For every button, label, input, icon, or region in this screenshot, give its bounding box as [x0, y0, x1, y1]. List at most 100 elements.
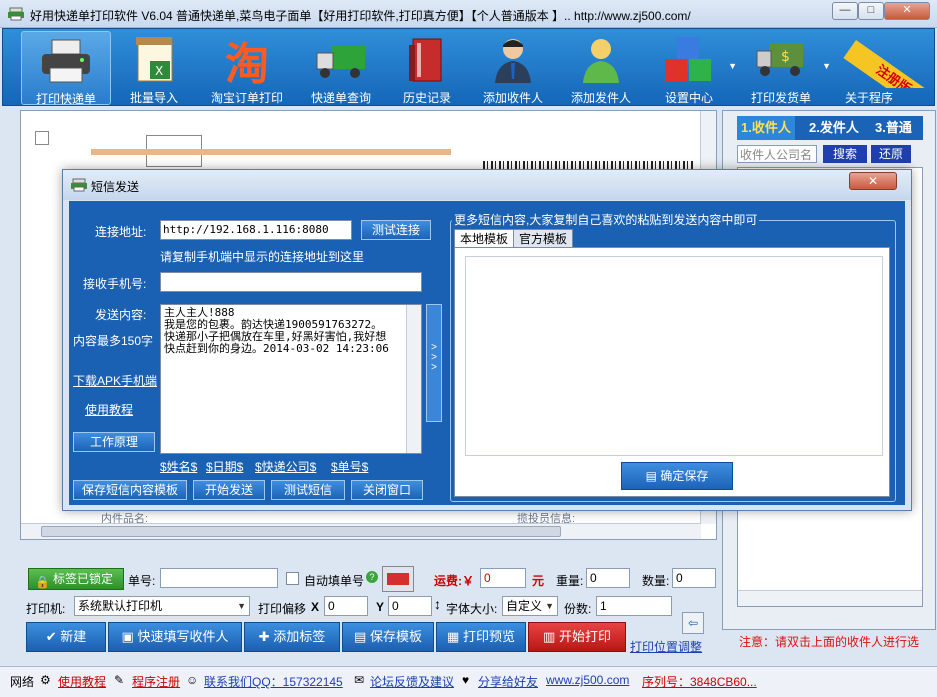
template-textarea[interactable] [465, 256, 883, 456]
var-date-link[interactable]: $日期$ [206, 458, 243, 475]
tutorial-link[interactable]: 使用教程 [85, 401, 133, 418]
content-limit-label: 内容最多150字 [73, 334, 154, 348]
new-label: 新建 [60, 629, 87, 644]
qty-input[interactable]: 0 [672, 568, 716, 588]
order-number-input[interactable] [160, 568, 278, 588]
maximize-button[interactable]: □ [858, 2, 884, 20]
excel-import-icon: X [136, 37, 173, 82]
toolbar-history[interactable]: 历史记录 [391, 31, 463, 105]
lock-label: 标签已锁定 [53, 572, 114, 586]
font-size-select[interactable]: 自定义 [502, 596, 558, 616]
sms-printer-icon [71, 178, 87, 192]
font-size-label: 字体大小: [446, 602, 498, 616]
start-send-button[interactable]: 开始发送 [193, 480, 265, 500]
vertical-resize-icon: ↕ [434, 596, 441, 612]
bottom-controls: 🔒 标签已锁定 单号: 自动填单号 ? 运费:￥ 0 元 重量: 0 数量: 0… [22, 560, 932, 660]
connect-address-label: 连接地址: [95, 225, 147, 239]
var-name-link[interactable]: $姓名$ [160, 458, 197, 475]
share-icon: ♥ [462, 673, 470, 687]
toolbar-taobao-print[interactable]: 淘 淘宝订单打印 [203, 31, 291, 105]
arrow-insert-button[interactable]: > > > [426, 304, 442, 422]
toolbar-label: 历史记录 [402, 91, 451, 105]
print-position-link[interactable]: 打印位置调整 [630, 638, 702, 655]
how-it-works-button[interactable]: 工作原理 [73, 432, 155, 452]
reset-button[interactable]: 还原 [871, 145, 911, 163]
tab-official-templates[interactable]: 官方模板 [513, 229, 574, 248]
offset-x-input[interactable]: 0 [324, 596, 368, 616]
phone-input[interactable] [160, 272, 422, 292]
minimize-button[interactable]: — [832, 2, 858, 20]
quick-fill-recipient-button[interactable]: ▣ 快速填写收件人 [108, 622, 242, 652]
toolbar-label: 快递单查询 [310, 91, 371, 105]
toolbar-print-express[interactable]: 打印快递单 [21, 31, 111, 106]
sms-content-text: 主人主人!888 我是您的包裹。韵达快递1900591763272。 快递那小子… [164, 306, 389, 355]
toolbar-label: 打印发货单 [750, 91, 811, 105]
toolbar-express-query[interactable]: 快递单查询 [301, 31, 381, 105]
weight-input[interactable]: 0 [586, 568, 630, 588]
status-tutorial-link[interactable]: 使用教程 [58, 673, 106, 690]
copies-input[interactable]: 1 [596, 596, 672, 616]
offset-y-input[interactable]: 0 [388, 596, 432, 616]
back-arrow-icon[interactable]: ⇦ [682, 612, 704, 634]
printer-label: 打印机: [26, 602, 66, 616]
status-share-link[interactable]: 分享给好友 [478, 673, 538, 690]
sms-content-textarea[interactable]: 主人主人!888 我是您的包裹。韵达快递1900591763272。 快递那小子… [160, 304, 422, 454]
textarea-scrollbar[interactable] [406, 305, 421, 453]
status-website-link[interactable]: www.zj500.com [546, 673, 629, 687]
tab-local-templates[interactable]: 本地模板 [454, 229, 515, 248]
check-icon: ✔ [45, 629, 61, 644]
save-disk-icon: ▤ [645, 469, 661, 483]
sms-device-icon[interactable] [382, 566, 414, 592]
confirm-save-button[interactable]: ▤ 确定保存 [621, 462, 733, 490]
printer-select[interactable]: 系统默认打印机 [74, 596, 250, 616]
dropdown-arrow-icon[interactable]: ▼ [728, 61, 737, 71]
test-connect-button[interactable]: 测试连接 [361, 220, 431, 240]
add-label-button[interactable]: ✚ 添加标签 [244, 622, 340, 652]
var-company-link[interactable]: $快递公司$ [255, 458, 316, 475]
close-button[interactable]: ✕ [884, 2, 930, 20]
app-printer-icon [8, 7, 24, 21]
toolbar-print-invoice[interactable]: $ 打印发货单 ▼ [741, 31, 831, 105]
status-contact-link[interactable]: 联系我们QQ：157322145 [204, 673, 343, 690]
copies-label: 份数: [564, 602, 592, 616]
tab-recipients[interactable]: 1.收件人 [737, 116, 795, 140]
dialog-close-button[interactable]: ✕ [849, 172, 897, 190]
save-sms-template-button[interactable]: 保存短信内容模板 [73, 480, 187, 500]
taobao-icon: 淘 [225, 39, 269, 87]
main-toolbar: 打印快递单 X 批量导入 淘 淘宝订单打印 快递单查询 历史记录 添加收件人 添… [2, 28, 935, 106]
label-lock-button[interactable]: 🔒 标签已锁定 [28, 568, 124, 590]
preview-horizontal-scrollbar[interactable] [21, 523, 701, 539]
toolbar-label: 批量导入 [129, 91, 178, 105]
network-label: 网络 [10, 675, 35, 689]
status-register-link[interactable]: 程序注册 [132, 673, 180, 690]
tab-general[interactable]: 3.普通 [871, 116, 916, 140]
print-preview-button[interactable]: ▦ 打印预览 [436, 622, 526, 652]
toolbar-add-sender[interactable]: 添加发件人 [561, 31, 641, 105]
close-window-button[interactable]: 关闭窗口 [351, 480, 423, 500]
status-forum-link[interactable]: 论坛反馈及建议 [370, 673, 454, 690]
offset-label: 打印偏移 [258, 602, 307, 616]
search-button[interactable]: 搜索 [823, 145, 867, 163]
save-template-button[interactable]: ▤ 保存模板 [342, 622, 434, 652]
auto-fill-checkbox[interactable] [286, 572, 299, 585]
freight-input[interactable]: 0 [480, 568, 526, 588]
register-badge: 注册版本 [836, 28, 936, 88]
test-sms-button[interactable]: 测试短信 [271, 480, 345, 500]
start-print-button[interactable]: ▥ 开始打印 [528, 622, 626, 652]
var-number-link[interactable]: $单号$ [331, 458, 368, 475]
scrollbar-thumb[interactable] [41, 526, 561, 537]
dialog-body: 连接地址: http://192.168.1.116:8080 测试连接 请复制… [69, 201, 905, 505]
recipient-search-input[interactable]: 收件人公司名 [737, 145, 817, 163]
gear-icon: ⚙ [40, 673, 51, 687]
start-print-label: 开始打印 [558, 629, 611, 644]
new-button[interactable]: ✔ 新建 [26, 622, 106, 652]
help-icon[interactable]: ? [366, 571, 378, 583]
status-serial: 序列号：3848CB60... [642, 675, 757, 689]
download-apk-link[interactable]: 下载APK手机端 [73, 372, 157, 389]
connect-address-input[interactable]: http://192.168.1.116:8080 [160, 220, 352, 240]
toolbar-batch-import[interactable]: X 批量导入 [111, 31, 197, 105]
window-title: 好用快递单打印软件 V6.04 普通快递单,菜鸟电子面单【好用打印软件,打印真方… [30, 9, 691, 23]
toolbar-settings[interactable]: 设置中心 ▼ [651, 31, 737, 105]
toolbar-add-recipient[interactable]: 添加收件人 [473, 31, 553, 105]
tab-senders[interactable]: 2.发件人 [805, 116, 863, 140]
